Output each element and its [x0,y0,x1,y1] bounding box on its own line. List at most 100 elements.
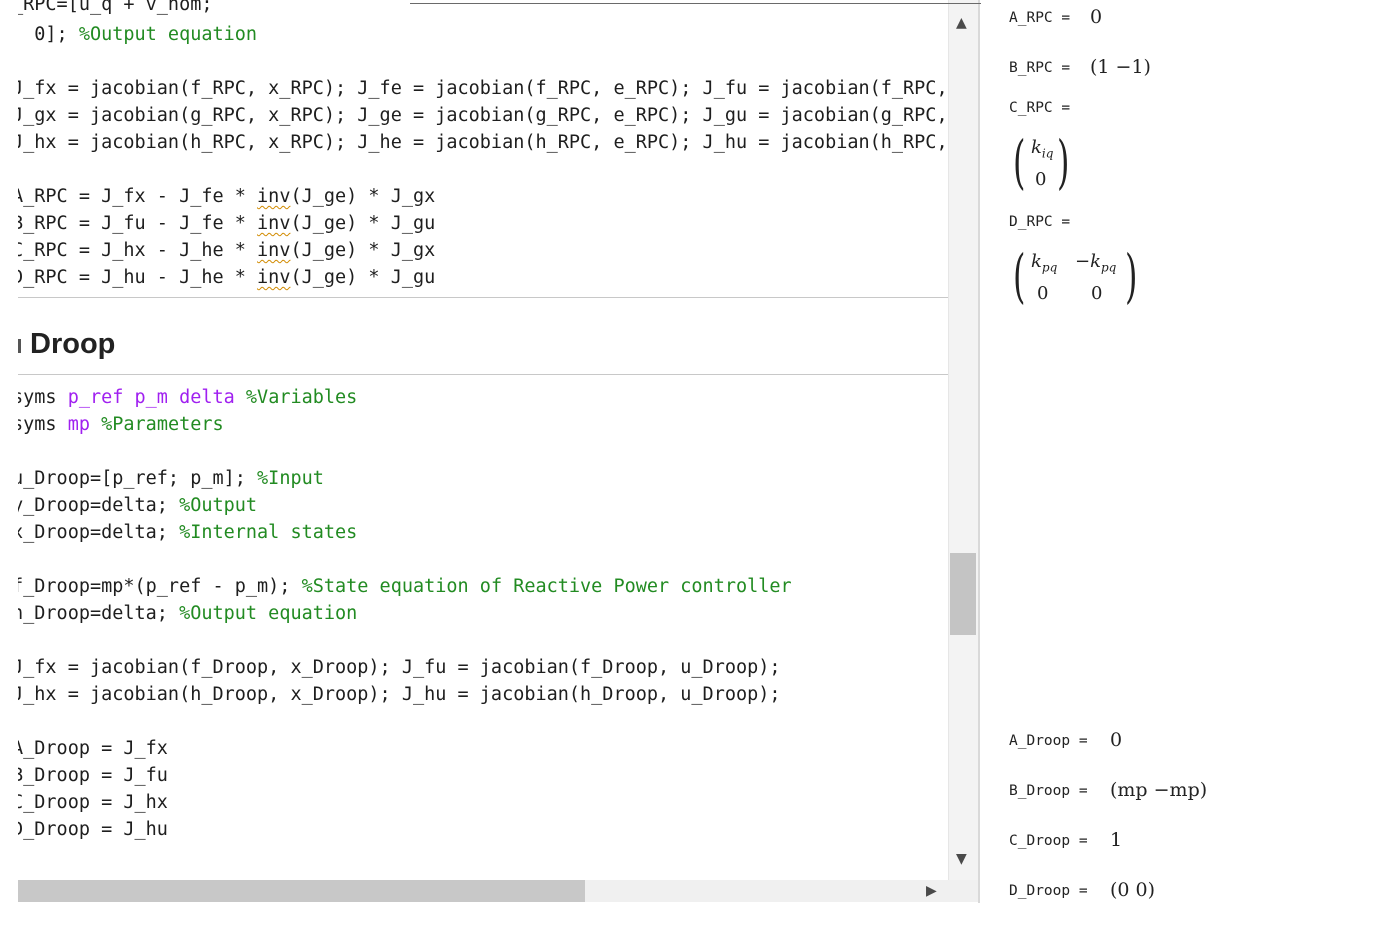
code-text: h_Droop=delta; [18,603,180,624]
d-rpc-cell-11: kpq [1031,251,1058,275]
d-rpc-cell-21: 0 [1037,283,1049,304]
code-line[interactable]: _RPC=[u_q + v_nom; [18,0,212,18]
scroll-up-arrow-icon[interactable]: ▲ [956,16,967,30]
a-rpc-value: 0 [1090,6,1103,28]
d-rpc-label: D_RPC = [1009,214,1071,230]
code-comment: %Input [257,468,324,489]
code-line[interactable]: J_gx = jacobian(g_RPC, x_RPC); J_ge = ja… [18,103,948,129]
code-text: C_Droop = J_hx [18,792,168,813]
code-text: u_Droop=[p_ref; p_m]; [18,468,258,489]
code-function-warning: inv [257,186,291,207]
right-paren: ) [1125,242,1138,310]
d-rpc-cell-22: 0 [1091,283,1103,304]
b-droop-label: B_Droop = [1009,783,1088,799]
d-droop-label: D_Droop = [1009,883,1088,899]
code-comment: %Parameters [101,414,224,435]
d-rpc-matrix: ( kpq −kpq 0 0 ) [1013,247,1143,309]
code-text: 0]; [18,24,79,45]
code-line[interactable]: h_Droop=delta; %Output equation [18,601,357,627]
section-marker [18,339,21,353]
code-function-warning: inv [257,240,291,261]
code-text: syms [18,387,57,408]
code-text: x_Droop=delta; [18,522,180,543]
output-divider[interactable] [978,0,980,903]
c-rpc-cell-11: kiq [1031,137,1054,161]
code-text: syms [18,414,57,435]
code-text: _RPC=[u_q + v_nom; [18,0,213,15]
vertical-scrollbar-thumb[interactable] [950,553,976,635]
scroll-right-arrow-icon[interactable]: ▶ [926,884,937,898]
code-text: J_gx = jacobian(g_RPC, x_RPC); J_ge = ja… [18,105,948,126]
code-text: A_Droop = J_fx [18,738,168,759]
code-line[interactable]: C_Droop = J_hx [18,790,168,816]
code-text: D_RPC = J_hu - J_he * [18,267,258,288]
code-text: A_RPC = J_fx - J_fe * [18,186,258,207]
c-rpc-matrix: ( kiq 0 ) [1013,133,1073,195]
code-line[interactable]: B_RPC = J_fu - J_fe * inv(J_ge) * J_gu [18,211,435,237]
code-line[interactable]: syms mp %Parameters [18,412,224,438]
c-droop-label: C_Droop = [1009,833,1088,849]
b-rpc-label: B_RPC = [1009,60,1071,76]
code-text: D_Droop = J_hu [18,819,168,840]
code-line[interactable]: syms p_ref p_m delta %Variables [18,385,357,411]
code-line[interactable]: J_hx = jacobian(h_Droop, x_Droop); J_hu … [18,682,781,708]
code-function-warning: inv [257,213,291,234]
code-comment: %State equation of Reactive Power contro… [301,576,792,597]
code-text: (J_ge) * J_gu [290,267,436,288]
section-top-divider [18,297,948,298]
b-rpc-value: (1 −1) [1090,56,1151,78]
code-text: B_RPC = J_fu - J_fe * [18,213,258,234]
code-comment: %Output [179,495,258,516]
code-line[interactable]: D_RPC = J_hu - J_he * inv(J_ge) * J_gu [18,265,435,291]
code-text: f_Droop=mp*(p_ref - p_m); [18,576,302,597]
code-symbol: p_ref p_m delta [67,387,246,408]
code-symbol: mp [67,414,102,435]
code-text: (J_ge) * J_gu [290,213,436,234]
code-line[interactable]: D_Droop = J_hu [18,817,168,843]
code-comment: %Internal states [179,522,358,543]
horizontal-scrollbar-thumb[interactable] [18,880,585,902]
code-line[interactable]: u_Droop=[p_ref; p_m]; %Input [18,466,324,492]
section-bottom-divider [18,374,948,375]
code-text: J_hx = jacobian(h_RPC, x_RPC); J_he = ja… [18,132,948,153]
code-line[interactable]: A_Droop = J_fx [18,736,168,762]
left-paren: ( [1013,242,1026,310]
a-droop-label: A_Droop = [1009,733,1088,749]
code-text: C_RPC = J_hx - J_he * [18,240,258,261]
code-text: B_Droop = J_fu [18,765,168,786]
code-line[interactable]: J_hx = jacobian(h_RPC, x_RPC); J_he = ja… [18,130,948,156]
code-comment: %Output equation [179,603,358,624]
b-droop-value: (mp −mp) [1110,779,1208,801]
code-function-warning: inv [257,267,291,288]
code-line[interactable]: f_Droop=mp*(p_ref - p_m); %State equatio… [18,574,792,600]
scroll-down-arrow-icon[interactable]: ▼ [956,852,967,866]
a-rpc-label: A_RPC = [1009,10,1071,26]
code-comment: %Variables [245,387,358,408]
d-droop-value: (0 0) [1110,879,1156,901]
left-paren: ( [1013,128,1026,196]
c-rpc-cell-21: 0 [1035,169,1047,190]
code-line[interactable]: B_Droop = J_fu [18,763,168,789]
code-comment: %Output equation [78,24,258,45]
a-droop-value: 0 [1110,729,1123,751]
code-text: J_hx = jacobian(h_Droop, x_Droop); J_hu … [18,684,781,705]
c-rpc-label: C_RPC = [1009,100,1071,116]
c-droop-value: 1 [1110,829,1123,851]
code-line[interactable]: 0]; %Output equation [18,22,257,48]
code-line[interactable]: A_RPC = J_fx - J_fe * inv(J_ge) * J_gx [18,184,435,210]
code-line[interactable]: y_Droop=delta; %Output [18,493,257,519]
section-title: Droop [30,328,116,360]
code-editor[interactable]: _RPC=[u_q + v_nom; 0]; %Output equation J… [18,0,948,880]
code-text: J_fx = jacobian(f_RPC, x_RPC); J_fe = ja… [18,78,948,99]
code-line[interactable]: J_fx = jacobian(f_Droop, x_Droop); J_fu … [18,655,781,681]
d-rpc-cell-12: −kpq [1075,251,1117,275]
code-text: (J_ge) * J_gx [290,240,436,261]
code-text: (J_ge) * J_gx [290,186,436,207]
vertical-scrollbar[interactable] [948,0,979,880]
code-line[interactable]: x_Droop=delta; %Internal states [18,520,357,546]
code-line[interactable]: J_fx = jacobian(f_RPC, x_RPC); J_fe = ja… [18,76,948,102]
code-text: J_fx = jacobian(f_Droop, x_Droop); J_fu … [18,657,781,678]
right-paren: ) [1057,128,1070,196]
code-line[interactable]: C_RPC = J_hx - J_he * inv(J_ge) * J_gx [18,238,435,264]
code-text: y_Droop=delta; [18,495,180,516]
